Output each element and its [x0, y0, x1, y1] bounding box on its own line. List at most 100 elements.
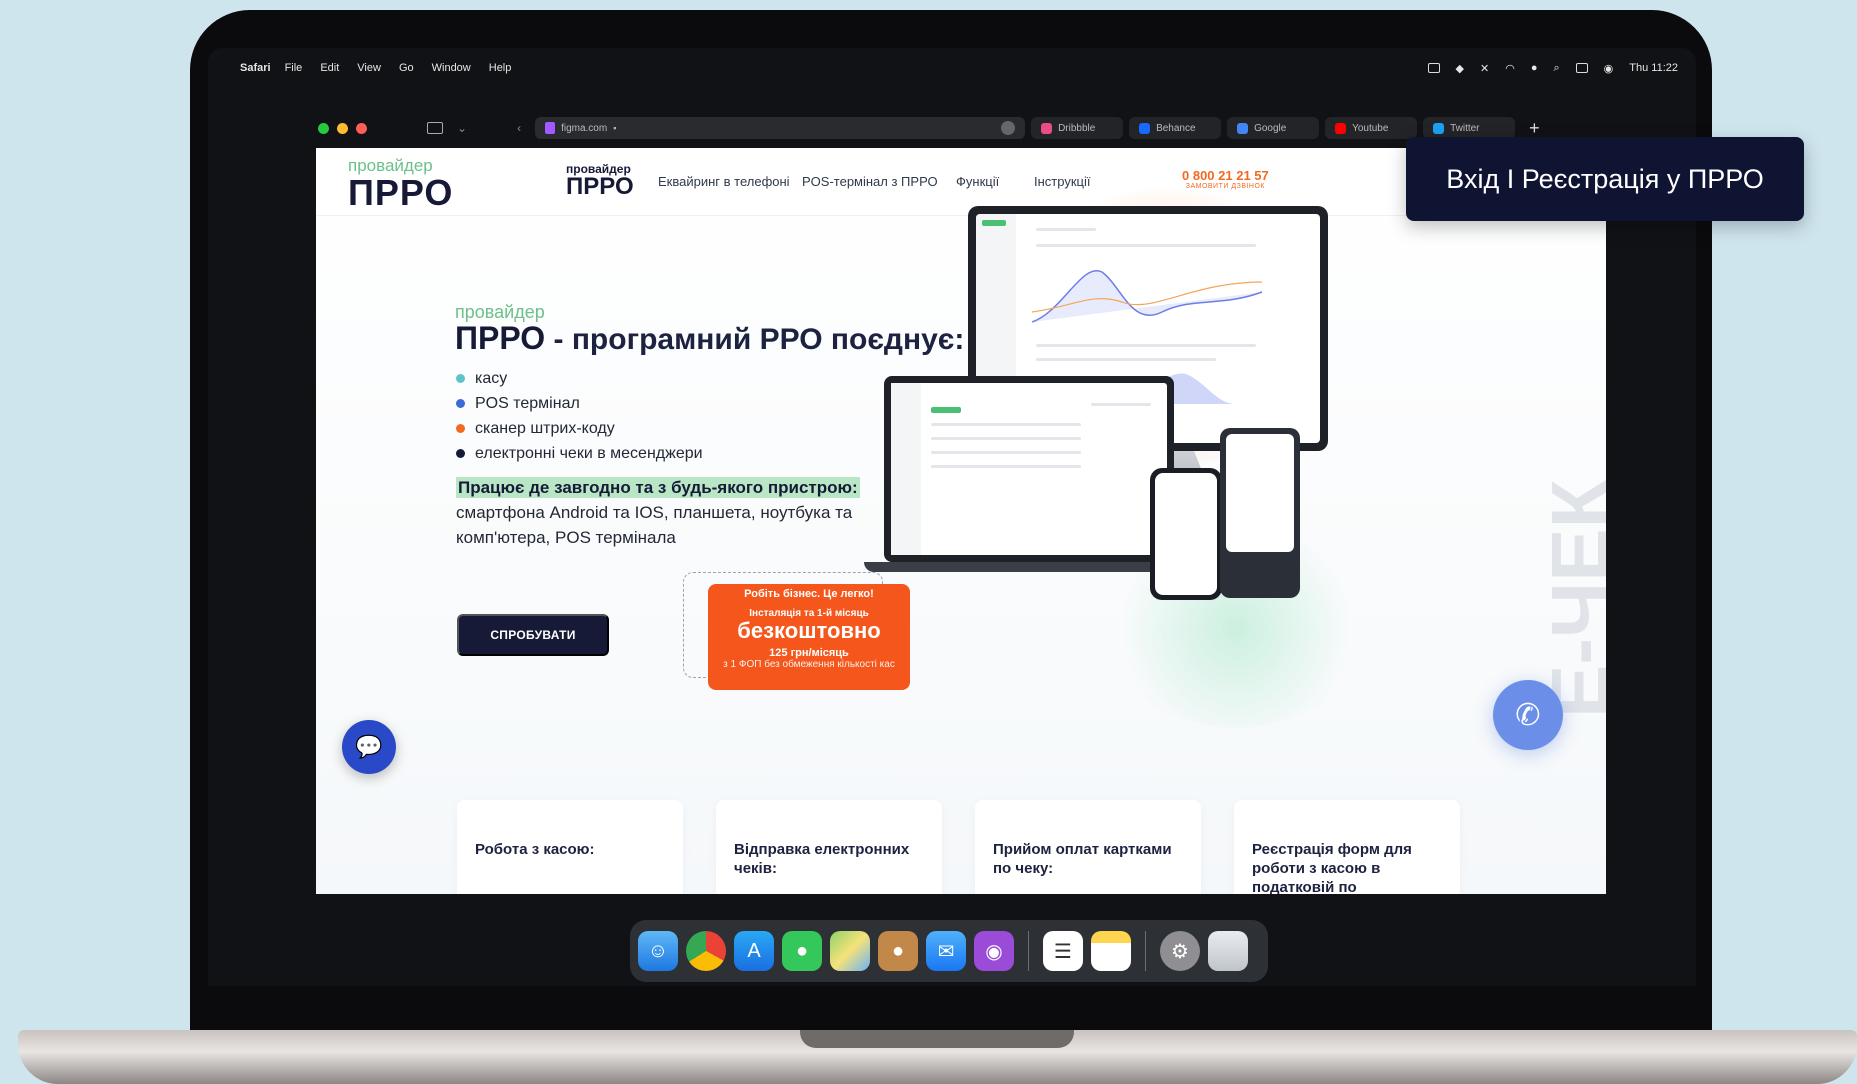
- list-item: сканер штрих-коду: [456, 416, 703, 441]
- figma-favicon-icon: [545, 122, 556, 134]
- user-icon[interactable]: ●: [1531, 62, 1538, 74]
- chrome-icon[interactable]: [686, 931, 726, 971]
- try-button[interactable]: СПРОБУВАТИ: [457, 614, 609, 656]
- airplay-icon[interactable]: [1427, 63, 1440, 73]
- list-item: електронні чеки в месенджери: [456, 441, 703, 466]
- favorite-google[interactable]: Google: [1227, 117, 1320, 139]
- chat-bubble-icon: 💬: [355, 734, 383, 759]
- menu-window[interactable]: Window: [432, 62, 471, 74]
- favorite-youtube[interactable]: Youtube: [1325, 117, 1418, 139]
- twitter-icon: [1433, 122, 1445, 134]
- favorite-dribbble[interactable]: Dribbble: [1031, 117, 1124, 139]
- app-store-icon[interactable]: A: [734, 931, 774, 971]
- dropbox-icon[interactable]: ◆: [1456, 62, 1464, 75]
- wifi-icon[interactable]: ◠: [1505, 62, 1515, 75]
- nav-link-acquiring[interactable]: Еквайринг в телефоні: [658, 174, 790, 189]
- site-logo[interactable]: провайдер ПРРО: [348, 156, 453, 211]
- menubar-status-area: ◆ ✕ ◠ ● ⌕ ◉ Thu 11:22: [1427, 62, 1678, 75]
- call-button[interactable]: ✆: [1493, 680, 1563, 750]
- chevron-down-icon[interactable]: ⌄: [457, 121, 467, 135]
- bullet-dot-icon: [456, 374, 465, 383]
- menu-view[interactable]: View: [357, 62, 381, 74]
- list-item: касу: [456, 366, 703, 391]
- reminders-icon[interactable]: ☰: [1043, 931, 1083, 971]
- menu-edit[interactable]: Edit: [320, 62, 339, 74]
- bullet-text: сканер штрих-коду: [475, 419, 615, 437]
- trash-icon[interactable]: [1208, 931, 1248, 971]
- menubar-clock[interactable]: Thu 11:22: [1629, 62, 1678, 74]
- dashboard-chart-icon: [1032, 269, 1263, 323]
- back-icon[interactable]: ‹: [517, 121, 521, 135]
- maps-icon[interactable]: [830, 931, 870, 971]
- dashboard-tabs: [1036, 244, 1256, 247]
- list-item: POS термінал: [456, 391, 703, 416]
- nav-link-instructions[interactable]: Інструкції: [1034, 174, 1090, 189]
- dribbble-icon: [1041, 122, 1053, 134]
- finder-icon[interactable]: ☺: [638, 931, 678, 971]
- behance-icon: [1139, 122, 1151, 134]
- nav-logo[interactable]: провайдер ПРРО: [566, 162, 634, 199]
- promo-line1: Робіть бізнес. Це легко!: [744, 588, 874, 600]
- laptop-illustration: [884, 376, 1174, 562]
- side-watermark: Е-ЧЕК: [1535, 479, 1606, 718]
- promo-conditions: з 1 ФОП без обмеження кількості кас: [723, 659, 895, 670]
- mute-icon[interactable]: ✕: [1480, 62, 1489, 75]
- favorite-twitter[interactable]: Twitter: [1423, 117, 1516, 139]
- nav-link-pos-terminal[interactable]: POS-термінал з ПРРО: [802, 174, 938, 189]
- pos-sidebar: [891, 383, 921, 555]
- bullet-dot-icon: [456, 399, 465, 408]
- callback-link[interactable]: ЗАМОВИТИ ДЗВІНОК: [1182, 183, 1269, 190]
- menu-help[interactable]: Help: [489, 62, 512, 74]
- feature-card-payments[interactable]: Прийом оплат картками по чеку:: [975, 800, 1201, 894]
- pos-row: [931, 437, 1081, 440]
- sidebar-icon[interactable]: [427, 122, 443, 134]
- header-phone[interactable]: 0 800 21 21 57 ЗАМОВИТИ ДЗВІНОК: [1182, 168, 1269, 190]
- dashboard-logo: [982, 220, 1006, 226]
- phone-screen: [1155, 473, 1217, 595]
- minimize-button[interactable]: [337, 122, 348, 134]
- pos-row: [931, 423, 1081, 426]
- dock-separator: [1145, 931, 1146, 971]
- phone-illustration: [1150, 468, 1222, 600]
- lock-icon: ▪: [613, 123, 617, 133]
- dock-separator: [1028, 931, 1029, 971]
- menu-go[interactable]: Go: [399, 62, 414, 74]
- zoom-button[interactable]: [318, 122, 329, 134]
- works-anywhere: Працює де завгодно та з будь-якого прист…: [456, 477, 926, 550]
- reader-icon[interactable]: [1001, 121, 1016, 135]
- menu-file[interactable]: File: [285, 62, 303, 74]
- menubar-app-name[interactable]: Safari: [240, 62, 271, 74]
- feature-card-receipts[interactable]: Відправка електронних чеків:: [716, 800, 942, 894]
- youtube-icon: [1335, 122, 1347, 134]
- chat-button[interactable]: 💬: [342, 720, 396, 774]
- system-settings-icon[interactable]: ⚙: [1160, 931, 1200, 971]
- dashboard-row: [1036, 358, 1216, 361]
- pos-terminal-illustration: [1220, 428, 1300, 598]
- card-title: Реєстрація форм для роботи з касою в под…: [1252, 841, 1412, 894]
- new-tab-icon[interactable]: +: [1529, 118, 1540, 139]
- contacts-icon[interactable]: ●: [878, 931, 918, 971]
- bullet-dot-icon: [456, 424, 465, 433]
- nav-link-functions[interactable]: Функції: [956, 174, 999, 189]
- card-title: Робота з касою:: [475, 841, 595, 858]
- favorite-label: Behance: [1156, 122, 1196, 134]
- macos-dock: ☺ A ● ● ✉ ◉ ☰ ⚙: [630, 920, 1268, 982]
- mail-icon[interactable]: ✉: [926, 931, 966, 971]
- feature-card-registration[interactable]: Реєстрація форм для роботи з касою в под…: [1234, 800, 1460, 894]
- login-register-button[interactable]: Вхід І Реєстрація у ПРРО: [1406, 137, 1804, 221]
- notes-icon[interactable]: [1091, 931, 1131, 971]
- receipt-panel: [1091, 403, 1151, 406]
- messages-icon[interactable]: ●: [782, 931, 822, 971]
- favorite-behance[interactable]: Behance: [1129, 117, 1222, 139]
- bullet-text: POS термінал: [475, 394, 580, 412]
- feature-card-cash[interactable]: Робота з касою:: [457, 800, 683, 894]
- address-bar[interactable]: figma.com ▪: [535, 117, 1026, 139]
- siri-icon[interactable]: ◉: [1604, 62, 1614, 75]
- podcasts-icon[interactable]: ◉: [974, 931, 1014, 971]
- search-icon[interactable]: ⌕: [1553, 62, 1559, 75]
- window-controls: [318, 122, 367, 134]
- control-center-icon[interactable]: [1575, 63, 1588, 73]
- bullet-text: касу: [475, 369, 508, 387]
- phone-number: 0 800 21 21 57: [1182, 168, 1269, 183]
- close-button[interactable]: [356, 122, 367, 134]
